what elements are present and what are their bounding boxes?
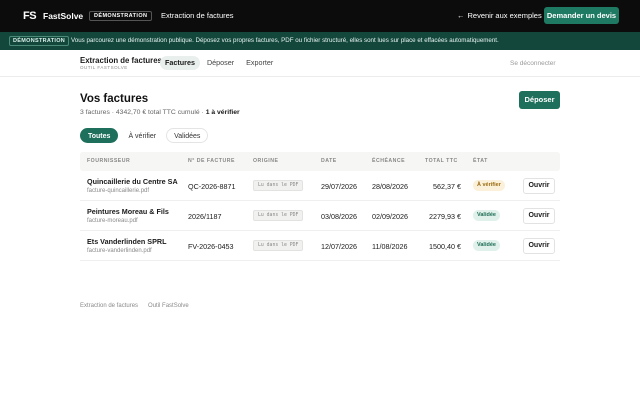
banner-badge: DÉMONSTRATION — [9, 36, 70, 46]
open-button[interactable]: Ouvrir — [523, 238, 555, 254]
column-header-supplier[interactable]: FOURNISSEUR — [87, 152, 130, 171]
back-link-label: Revenir aux exemples — [467, 11, 542, 20]
tab-invoices[interactable]: Factures — [160, 56, 200, 70]
filter-all[interactable]: Toutes — [80, 128, 119, 143]
total-amount: 562,37 € — [433, 182, 461, 191]
app-name: Extraction de factures — [80, 56, 162, 65]
open-button[interactable]: Ouvrir — [523, 178, 555, 194]
file-name: facture-vanderlinden.pdf — [87, 248, 152, 254]
total-amount: 1500,40 € — [429, 242, 461, 251]
tab-upload[interactable]: Déposer — [202, 56, 239, 70]
status-badge: Validée — [473, 240, 500, 251]
column-header-total[interactable]: TOTAL TTC — [425, 152, 458, 171]
footer-tool-name: Outil FastSolve — [148, 303, 189, 309]
demo-badge: DÉMONSTRATION — [89, 11, 153, 21]
filter-to-review[interactable]: À vérifier — [120, 128, 164, 143]
request-quote-button[interactable]: Demander un devis — [544, 7, 619, 24]
invoice-summary: 3 factures · 4342,70 € total TTC cumulé … — [80, 108, 240, 117]
invoice-number: FV-2026-0453 — [188, 242, 234, 251]
open-button[interactable]: Ouvrir — [523, 208, 555, 224]
logo-icon[interactable]: FS — [23, 10, 37, 22]
app-header: Extraction de factures OUTIL FASTSOLVE F… — [0, 50, 640, 77]
invoice-date: 03/08/2026 — [321, 212, 357, 221]
origin-badge: Lu dans le PDF — [253, 210, 304, 221]
table-row[interactable]: Quincaillerie du Centre SA facture-quinc… — [80, 171, 560, 201]
table-row[interactable]: Peintures Moreau & Fils facture-moreau.p… — [80, 201, 560, 231]
arrow-left-icon: ← — [457, 11, 465, 20]
banner-text: Vous parcourez une démonstration publiqu… — [71, 37, 499, 44]
due-date: 28/08/2026 — [372, 182, 408, 191]
origin-badge: Lu dans le PDF — [253, 180, 304, 191]
invoice-number: QC-2026-8871 — [188, 182, 236, 191]
status-badge: Validée — [473, 210, 500, 221]
column-header-status[interactable]: ÉTAT — [473, 152, 488, 171]
status-badge: À vérifier — [473, 180, 505, 191]
table-row[interactable]: Ets Vanderlinden SPRL facture-vanderlind… — [80, 231, 560, 261]
brand-name[interactable]: FastSolve — [43, 10, 83, 22]
status-filters: Toutes À vérifier Validées — [80, 128, 209, 143]
column-header-date[interactable]: DATE — [321, 152, 337, 171]
logout-link[interactable]: Se déconnecter — [510, 59, 556, 68]
footer: Extraction de factures Outil FastSolve — [80, 302, 189, 310]
page-title: Vos factures — [80, 93, 149, 105]
app-subtitle: OUTIL FASTSOLVE — [80, 65, 128, 70]
invoice-date: 29/07/2026 — [321, 182, 357, 191]
total-amount: 2279,93 € — [429, 212, 461, 221]
column-header-number[interactable]: N° DE FACTURE — [188, 152, 235, 171]
filter-validated[interactable]: Validées — [166, 128, 209, 143]
summary-text: 3 factures · 4342,70 € total TTC cumulé … — [80, 109, 206, 116]
origin-badge: Lu dans le PDF — [253, 240, 304, 251]
column-header-origin[interactable]: ORIGINE — [253, 152, 278, 171]
column-header-due[interactable]: ÉCHÉANCE — [372, 152, 405, 171]
due-date: 02/09/2026 — [372, 212, 408, 221]
supplier-name: Quincaillerie du Centre SA — [87, 177, 178, 186]
summary-to-review: 1 à vérifier — [205, 109, 240, 116]
top-title: Extraction de factures — [161, 11, 234, 20]
file-name: facture-quincaillerie.pdf — [87, 188, 150, 194]
supplier-name: Peintures Moreau & Fils — [87, 207, 169, 216]
footer-app-name: Extraction de factures — [80, 303, 139, 309]
supplier-name: Ets Vanderlinden SPRL — [87, 237, 167, 246]
top-bar: FS FastSolve DÉMONSTRATION Extraction de… — [0, 0, 640, 32]
main-nav: Factures Déposer Exporter — [160, 56, 278, 70]
due-date: 11/08/2026 — [372, 242, 408, 251]
invoices-table: FOURNISSEUR N° DE FACTURE ORIGINE DATE É… — [80, 152, 560, 261]
table-header: FOURNISSEUR N° DE FACTURE ORIGINE DATE É… — [80, 152, 560, 171]
invoice-number: 2026/1187 — [188, 212, 222, 221]
tab-export[interactable]: Exporter — [241, 56, 278, 70]
invoice-date: 12/07/2026 — [321, 242, 357, 251]
back-to-examples-link[interactable]: ← Revenir aux exemples — [457, 10, 542, 22]
upload-button[interactable]: Déposer — [519, 91, 560, 109]
file-name: facture-moreau.pdf — [87, 218, 138, 224]
demo-banner: DÉMONSTRATION Vous parcourez une démonst… — [0, 32, 640, 50]
